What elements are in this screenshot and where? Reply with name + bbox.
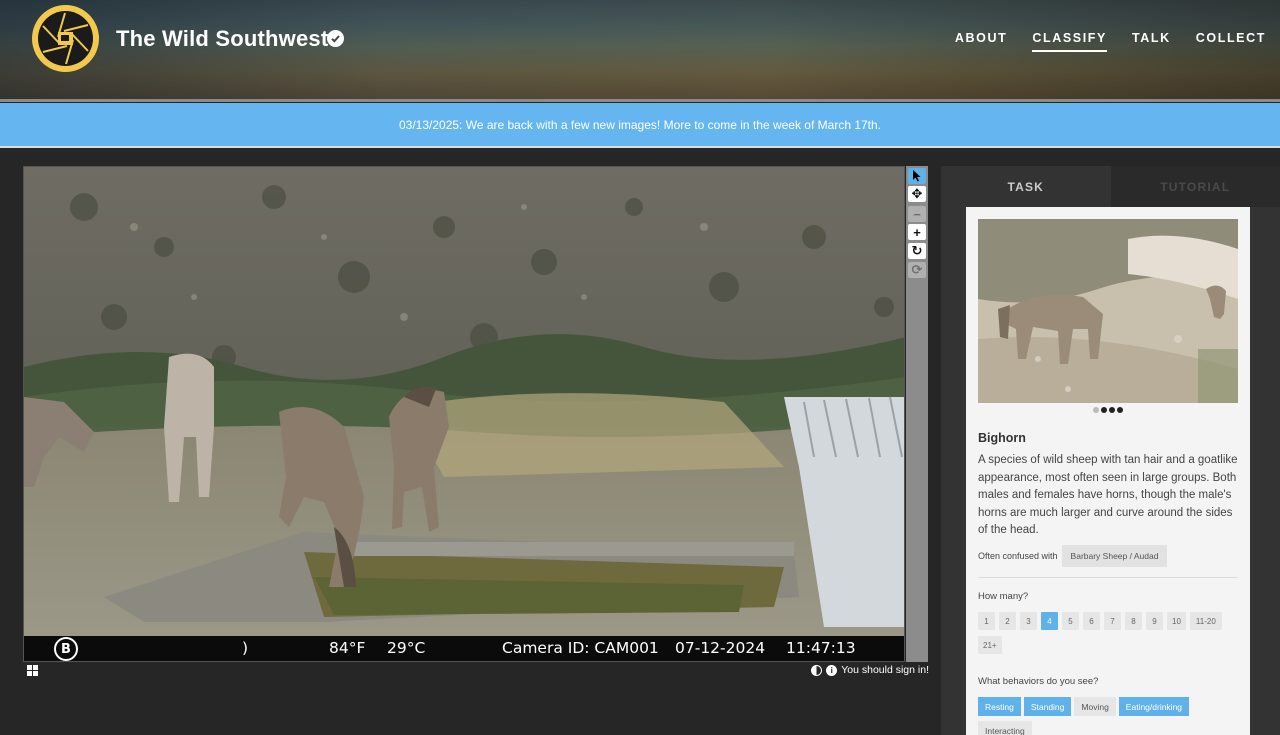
count-option[interactable]: 10 (1167, 612, 1186, 630)
panel-margin-left (941, 207, 966, 735)
behavior-eating-drinking[interactable]: Eating/drinking (1118, 697, 1190, 716)
camera-id: Camera ID: CAM001 (502, 639, 659, 657)
announcement-banner: 03/13/2025: We are back with a few new i… (0, 103, 1280, 146)
capture-date: 07-12-2024 (675, 639, 766, 657)
nav-classify[interactable]: CLASSIFY (1032, 31, 1107, 52)
image-toolbar: ✥ − + ↻ ⟳ (906, 166, 928, 662)
count-option[interactable]: 9 (1146, 612, 1163, 630)
nav-collect[interactable]: COLLECT (1196, 31, 1266, 52)
zoom-in-icon[interactable]: + (908, 224, 926, 240)
camera-info-bar: B ) 84°F 29°C Camera ID: CAM001 07-12-20… (24, 636, 904, 661)
nav-about[interactable]: ABOUT (955, 31, 1007, 52)
confused-with-label: Often confused with (978, 551, 1058, 561)
verified-check-icon (327, 30, 344, 47)
behavior-interacting[interactable]: Interacting (978, 721, 1032, 735)
camera-trap-photo (24, 167, 904, 638)
behavior-options: Resting Standing Moving Eating/drinking … (978, 697, 1240, 735)
rotate-icon[interactable]: ↻ (908, 243, 926, 259)
count-option[interactable]: 21+ (978, 636, 1002, 654)
count-option[interactable]: 8 (1125, 612, 1142, 630)
temperature-c: 29°C (387, 639, 426, 657)
site-title[interactable]: The Wild Southwest (116, 26, 328, 52)
subject-image[interactable]: B ) 84°F 29°C Camera ID: CAM001 07-12-20… (23, 166, 905, 662)
species-example-image[interactable] (978, 219, 1238, 403)
aperture-icon (38, 11, 93, 66)
tab-tutorial[interactable]: TUTORIAL (1110, 166, 1280, 207)
tab-task[interactable]: TASK (941, 166, 1111, 207)
zoom-out-icon[interactable]: − (908, 206, 926, 222)
project-logo[interactable] (32, 5, 99, 72)
example-carousel-dots[interactable] (966, 407, 1250, 413)
camera-brand-logo: B (54, 637, 78, 661)
move-icon[interactable]: ✥ (908, 186, 926, 202)
count-option[interactable]: 6 (1083, 612, 1100, 630)
how-many-label: How many? (978, 591, 1029, 602)
panel-divider (978, 577, 1238, 578)
temperature-f: 84°F (329, 639, 366, 657)
pointer-icon[interactable] (908, 168, 926, 184)
confused-with-row: Often confused with Barbary Sheep / Auda… (978, 545, 1168, 567)
subject-footer: i You should sign in! (23, 664, 929, 680)
moon-phase-icon: ) (242, 639, 249, 657)
count-option[interactable]: 7 (1104, 612, 1121, 630)
count-option-selected[interactable]: 4 (1041, 612, 1058, 630)
task-tabs: TASK TUTORIAL (941, 166, 1280, 207)
behavior-resting[interactable]: Resting (978, 697, 1021, 716)
count-option[interactable]: 11-20 (1189, 612, 1222, 630)
announcement-text: 03/13/2025: We are back with a few new i… (398, 117, 882, 132)
behavior-moving[interactable]: Moving (1074, 697, 1116, 716)
count-option[interactable]: 5 (1062, 612, 1079, 630)
reset-icon[interactable]: ⟳ (908, 262, 926, 278)
count-option[interactable]: 1 (978, 612, 995, 630)
site-header: The Wild Southwest ABOUT CLASSIFY TALK C… (0, 0, 1280, 102)
invert-icon[interactable] (811, 664, 823, 676)
main-nav: ABOUT CLASSIFY TALK COLLECT (930, 31, 1266, 52)
info-icon[interactable]: i (826, 664, 838, 676)
capture-time: 11:47:13 (786, 639, 856, 657)
species-description: A species of wild sheep with tan hair an… (978, 454, 1238, 537)
banner-divider (0, 146, 1280, 148)
task-panel: Bighorn A species of wild sheep with tan… (966, 207, 1250, 735)
species-name: Bighorn (978, 431, 1026, 445)
count-option[interactable]: 2 (999, 612, 1016, 630)
nav-talk[interactable]: TALK (1132, 31, 1171, 52)
subject-meta: i You should sign in! (811, 664, 929, 676)
sign-in-prompt[interactable]: You should sign in! (841, 664, 929, 676)
how-many-options: 1 2 3 4 5 6 7 8 9 10 11-20 21+ (978, 612, 1240, 654)
confused-species-chip[interactable]: Barbary Sheep / Audad (1061, 545, 1168, 567)
behaviors-label: What behaviors do you see? (978, 676, 1099, 687)
count-option[interactable]: 3 (1020, 612, 1037, 630)
grid-view-icon[interactable] (27, 665, 38, 676)
panel-margin-right (1250, 207, 1280, 735)
behavior-standing[interactable]: Standing (1023, 697, 1072, 716)
